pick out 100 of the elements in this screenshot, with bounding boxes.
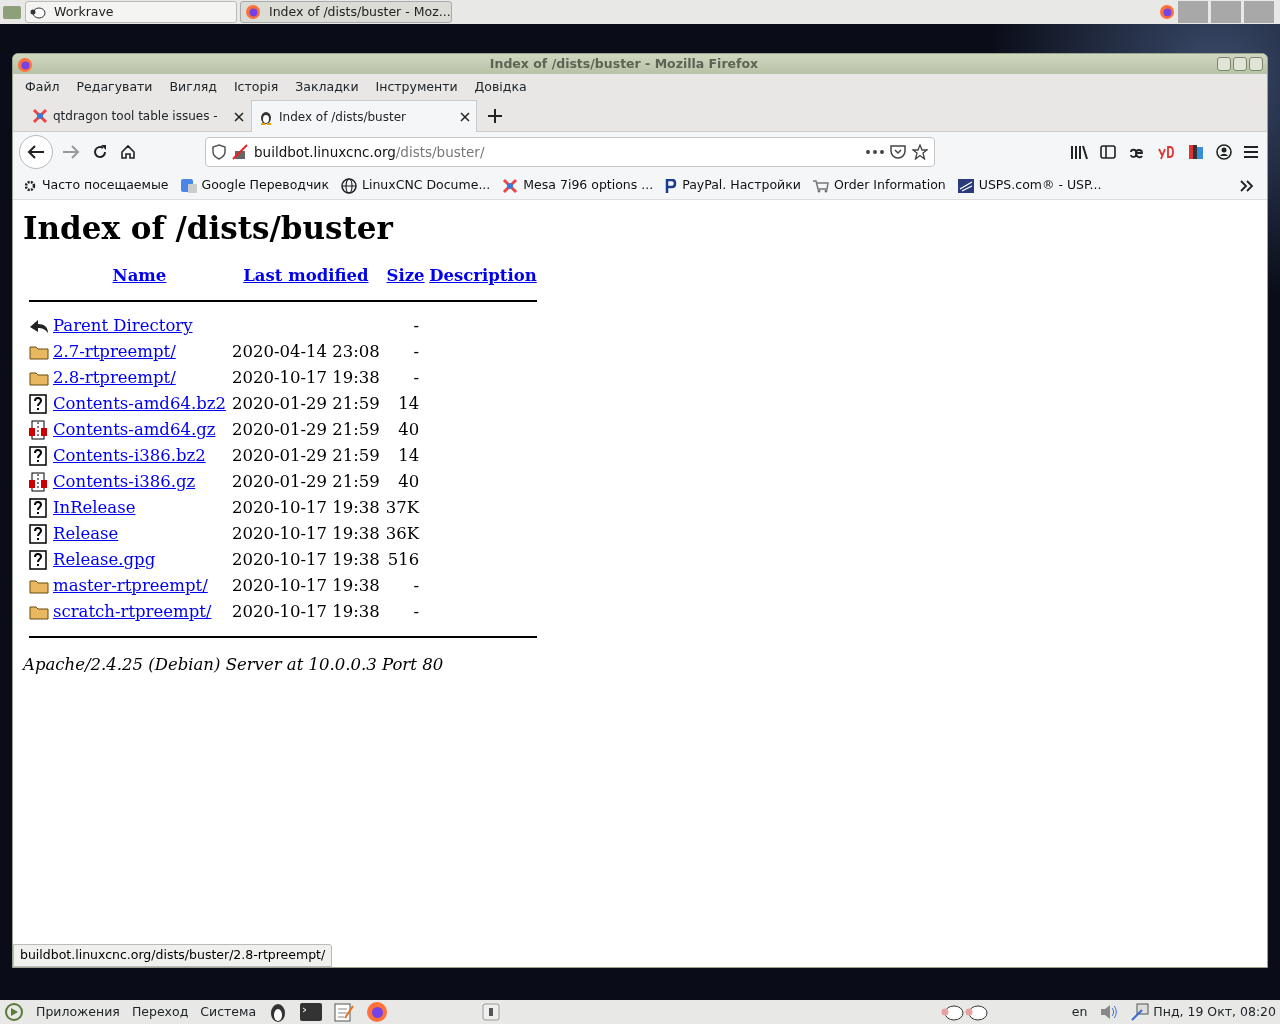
question-file-icon [29, 550, 47, 571]
forward-arrow-icon [62, 144, 80, 160]
file-size: 37K [385, 497, 420, 517]
file-link[interactable]: InRelease [53, 497, 136, 517]
panel-menu[interactable]: Система [200, 1002, 257, 1022]
tab-title: qtdragon tool table issues - [53, 108, 219, 125]
pocket-icon[interactable] [890, 144, 906, 160]
file-link[interactable]: Contents-amd64.bz2 [53, 393, 226, 413]
bookmark-link[interactable]: Google Переводчик [180, 176, 329, 195]
address-bar[interactable]: buildbot.linuxcnc.org/dists/buster/ [205, 137, 935, 167]
bookmark-link[interactable]: Mesa 7i96 options ... [502, 176, 654, 195]
keyboard-layout-indicator[interactable]: en [1071, 1002, 1088, 1022]
logo-icon[interactable] [4, 1002, 24, 1022]
menu-item[interactable]: Закладки [295, 77, 359, 97]
sidebar-icon [1100, 144, 1116, 160]
file-link[interactable]: 2.8-rtpreempt/ [53, 367, 176, 387]
menu-item[interactable]: Інструменти [375, 77, 458, 97]
file-link[interactable]: 2.7-rtpreempt/ [53, 341, 176, 361]
file-link[interactable]: Contents-i386.gz [53, 471, 196, 491]
column-header-link[interactable]: Last modified [243, 265, 369, 285]
panel-clock[interactable]: Пнд, 19 Окт, 08:20 [1153, 1002, 1276, 1022]
panel-menu[interactable]: Приложения [36, 1002, 120, 1022]
window-title: Index of /dists/buster - Mozilla Firefox [488, 54, 760, 73]
bookmark-link[interactable]: Часто посещаемые [23, 176, 169, 195]
terminal-icon[interactable] [300, 1003, 323, 1021]
firefox-icon [17, 56, 33, 73]
speaker-icon[interactable] [1099, 1003, 1120, 1021]
file-link[interactable]: Contents-amd64.gz [53, 419, 216, 439]
library-icon [1070, 144, 1088, 160]
file-size: - [413, 315, 420, 335]
globe-icon [341, 177, 357, 194]
menu-item[interactable]: Історія [233, 77, 279, 97]
file-size: - [413, 601, 420, 621]
menu-icon [1244, 145, 1258, 159]
minimize-button[interactable] [1217, 57, 1231, 71]
file-size: 14 [398, 445, 420, 465]
file-link[interactable]: scratch-rtpreempt/ [53, 601, 212, 621]
modified-date: 2020-10-17 19:38 [231, 367, 380, 387]
browser-tab[interactable]: Index of /dists/buster [251, 100, 477, 132]
menu-item[interactable]: Довідка [474, 77, 527, 97]
bookmark-link[interactable]: LinuxCNC Docume... [341, 176, 491, 195]
file-size: - [413, 341, 420, 361]
taskbar-button[interactable]: Workrave [25, 1, 237, 23]
compressed-file-icon [29, 472, 47, 493]
chevrons-icon [1240, 179, 1254, 192]
modified-date: 2020-01-29 21:59 [231, 393, 380, 413]
column-header-link[interactable]: Name [112, 265, 167, 285]
modified-date: 2020-10-17 19:38 [231, 575, 380, 595]
modified-date: 2020-10-17 19:38 [231, 497, 380, 517]
url-text: buildbot.linuxcnc.org/dists/buster/ [254, 142, 486, 162]
reload-icon [92, 144, 108, 160]
question-file-icon [29, 446, 47, 467]
firefox-icon[interactable] [366, 1001, 389, 1023]
close-button[interactable] [1249, 57, 1263, 71]
books-icon [1188, 144, 1204, 160]
network-icon[interactable] [1131, 1003, 1150, 1021]
close-icon [234, 111, 244, 122]
panel-menu[interactable]: Переход [131, 1002, 189, 1022]
compressed-file-icon [29, 420, 47, 441]
maximize-button[interactable] [1233, 57, 1247, 71]
star-icon[interactable] [912, 144, 928, 160]
browser-tab[interactable]: qtdragon tool table issues - [25, 100, 251, 131]
modified-date: 2020-10-17 19:38 [231, 523, 380, 543]
server-signature: Apache/2.4.25 (Debian) Server at 10.0.0.3 Port 80 [23, 654, 445, 677]
modified-date: 2020-04-14 23:08 [231, 341, 380, 361]
menu-item[interactable]: Редагувати [76, 77, 153, 97]
translate-icon [180, 178, 197, 193]
account-icon [1216, 144, 1232, 160]
account-button[interactable] [1213, 141, 1235, 163]
plus-icon [488, 108, 502, 123]
firefox-icon [245, 4, 261, 20]
column-header-link[interactable]: Size [386, 265, 425, 285]
file-link[interactable]: Release.gpg [53, 549, 156, 569]
question-file-icon [29, 524, 47, 545]
taskbar-button[interactable]: Index of /dists/buster - Moz... [240, 1, 452, 23]
firefox-icon[interactable] [1159, 4, 1175, 20]
bookmark-link[interactable]: PayPal. Настройки [665, 176, 801, 195]
modified-date: 2020-10-17 19:38 [231, 549, 380, 569]
bookmark-link[interactable]: USPS.com® - USP... [957, 176, 1102, 195]
modified-date: 2020-01-29 21:59 [231, 471, 380, 491]
file-size: 516 [387, 549, 420, 569]
file-link[interactable]: Release [53, 523, 119, 543]
page-heading: Index of /dists/buster [23, 210, 395, 248]
modified-date: 2020-01-29 21:59 [231, 419, 380, 439]
menu-item[interactable]: Вигляд [169, 77, 217, 97]
back-button[interactable] [19, 135, 53, 169]
more-dots-icon[interactable] [866, 150, 884, 154]
file-size: 40 [398, 471, 420, 491]
column-header-link[interactable]: Description [429, 265, 537, 285]
modified-date: 2020-10-17 19:38 [231, 601, 380, 621]
file-link[interactable]: Contents-i386.bz2 [53, 445, 206, 465]
window-list-icon[interactable] [482, 1003, 501, 1021]
modified-date: 2020-01-29 21:59 [231, 445, 380, 465]
file-size: 36K [385, 523, 420, 543]
file-link[interactable]: master-rtpreempt/ [53, 575, 208, 595]
file-link[interactable]: Parent Directory [53, 315, 193, 335]
menu-item[interactable]: Файл [25, 77, 60, 97]
status-url: buildbot.linuxcnc.org/dists/buster/2.8-rtpreempt/ [13, 944, 333, 967]
bookmark-link[interactable]: Order Information [812, 176, 946, 195]
notepad-icon[interactable] [334, 1002, 355, 1022]
